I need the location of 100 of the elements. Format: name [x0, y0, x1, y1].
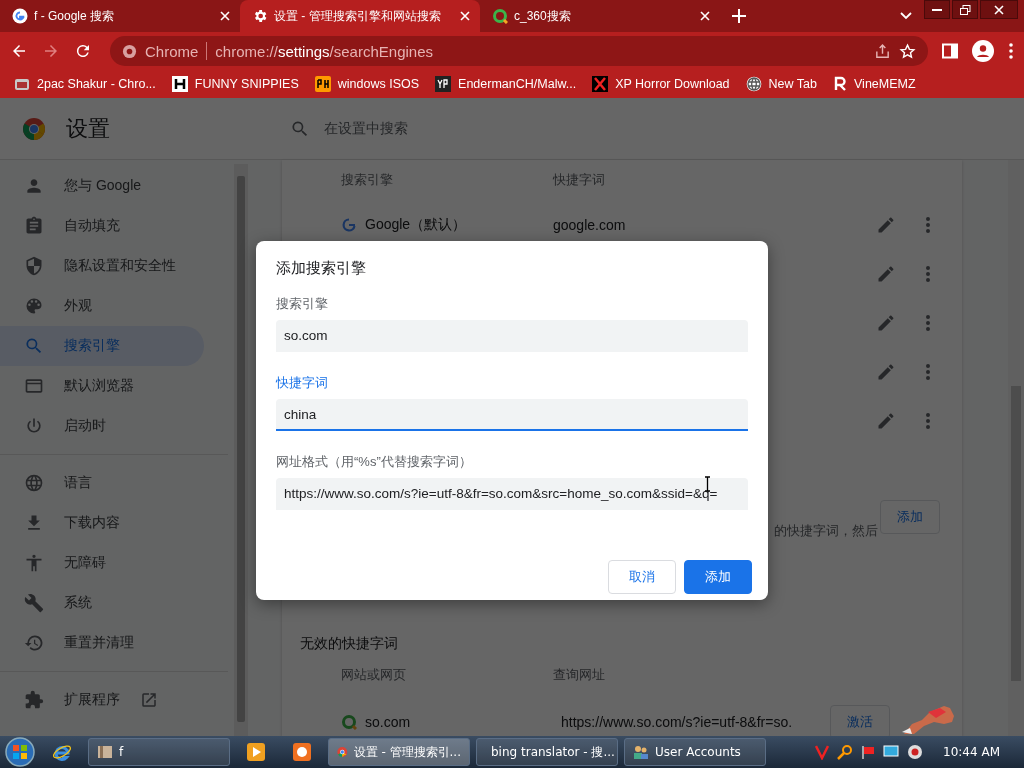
- letter-r-icon: [833, 76, 847, 92]
- more-icon[interactable]: [926, 314, 930, 331]
- query-url: https://www.so.com/s?ie=utf-8&fr=so.: [561, 713, 794, 730]
- text-field[interactable]: so.com: [276, 320, 748, 352]
- more-icon[interactable]: [926, 412, 930, 429]
- scrollbar[interactable]: [234, 164, 248, 736]
- sidebar-item[interactable]: 扩展程序: [0, 680, 204, 720]
- search-field[interactable]: 在设置中搜索: [278, 108, 958, 149]
- text-field[interactable]: china: [276, 399, 748, 431]
- minimize-button[interactable]: [924, 0, 950, 19]
- add-button[interactable]: 添加: [684, 560, 752, 594]
- column-header: 网站或网页: [341, 666, 406, 684]
- sidebar-item[interactable]: 系统: [0, 583, 204, 623]
- flag-icon: [861, 745, 876, 759]
- close-icon[interactable]: [700, 11, 710, 21]
- taskbar-button[interactable]: f: [88, 738, 230, 766]
- gear-icon: [252, 8, 268, 24]
- share-icon[interactable]: [874, 42, 891, 60]
- media-player-icon[interactable]: [247, 743, 265, 761]
- browser-tab[interactable]: f - Google 搜索: [0, 0, 240, 32]
- sidebar-item[interactable]: 您与 Google: [0, 166, 204, 206]
- close-icon[interactable]: [220, 11, 230, 21]
- sidebar-item[interactable]: 外观: [0, 286, 204, 326]
- magnifier-icon: [837, 744, 854, 760]
- section-title: 无效的快捷字词: [300, 635, 398, 651]
- more-icon[interactable]: [926, 216, 930, 233]
- wrench-icon: [24, 593, 44, 613]
- site-name: so.com: [365, 713, 411, 730]
- history-icon: [24, 633, 44, 653]
- taskbar-button[interactable]: User Accounts: [624, 738, 766, 766]
- bookmark[interactable]: EndermanCH/Malw...: [435, 76, 577, 92]
- shield-icon: [24, 256, 44, 276]
- clock: 10:44 AM: [943, 745, 1000, 759]
- globe-icon: [745, 76, 762, 92]
- folder-icon: [97, 744, 113, 760]
- url-text: chrome://settings/searchEngines: [215, 42, 433, 60]
- open-external-icon: [140, 691, 158, 709]
- column-header: 快捷字词: [553, 172, 605, 187]
- x-mark-icon: [592, 76, 609, 92]
- sidebar-item[interactable]: 无障碍: [0, 543, 204, 583]
- taskbar-button[interactable]: 设置 - 管理搜索引...: [328, 738, 470, 766]
- letters-logo-icon: [314, 76, 331, 92]
- bookmark[interactable]: FUNNY SNIPPIES: [171, 76, 299, 92]
- cancel-button[interactable]: 取消: [608, 560, 676, 594]
- ie-logo-icon[interactable]: [52, 742, 72, 762]
- more-icon[interactable]: [926, 265, 930, 282]
- profile-avatar-icon[interactable]: [972, 40, 994, 62]
- engine-name: Google（默认）: [365, 215, 467, 234]
- more-icon[interactable]: [926, 363, 930, 380]
- v-logo-icon: [815, 744, 830, 760]
- chrome-logo-icon: [22, 116, 46, 141]
- sidebar-item[interactable]: 启动时: [0, 406, 204, 446]
- browser-tab[interactable]: c_360搜索: [480, 0, 720, 32]
- start-button[interactable]: [4, 736, 36, 768]
- puzzle-piece-icon: [24, 690, 44, 710]
- field-label: 网址格式（用“%s”代替搜索字词）: [276, 453, 473, 471]
- close-window-button[interactable]: [980, 0, 1018, 19]
- chrome-logo-icon: [337, 744, 348, 760]
- bookmark[interactable]: windows ISOS: [314, 76, 420, 92]
- bookmark[interactable]: XP Horror Download: [592, 76, 730, 92]
- g-logo-icon: [341, 216, 357, 233]
- g-logo-icon: [12, 8, 28, 24]
- reload-icon[interactable]: [74, 42, 92, 60]
- monitor-icon: [883, 745, 900, 759]
- page-title: 设置: [66, 114, 111, 143]
- sidebar-item[interactable]: 重置并清理: [0, 623, 204, 663]
- scrollbar[interactable]: [1008, 160, 1024, 736]
- description-text: 的快捷字词，然后: [774, 522, 878, 540]
- text-field[interactable]: https://www.so.com/s?ie=utf-8&fr=so.com&src=home_so.com&ssid=&q=: [276, 478, 748, 510]
- address-bar[interactable]: Chrome chrome://settings/searchEngines: [110, 36, 928, 66]
- chevron-down-icon[interactable]: [900, 12, 912, 20]
- new-tab-icon[interactable]: [732, 9, 746, 23]
- menu-icon[interactable]: [1008, 42, 1014, 60]
- field-label: 快捷字词: [276, 374, 329, 392]
- sidebar-item[interactable]: 默认浏览器: [0, 366, 204, 406]
- side-panel-icon[interactable]: [942, 43, 958, 59]
- taskbar-button[interactable]: bing translator - 搜...: [476, 738, 618, 766]
- column-header: 查询网址: [553, 667, 605, 682]
- star-icon[interactable]: [899, 42, 916, 60]
- sidebar-item[interactable]: 语言: [0, 463, 204, 503]
- search-icon: [24, 336, 44, 356]
- speaker-icon: [907, 744, 924, 760]
- keyword-text: google.com: [553, 216, 626, 233]
- sidebar-item[interactable]: 隐私设置和安全性: [0, 246, 204, 286]
- users-icon: [633, 744, 649, 760]
- browser-tab[interactable]: 设置 - 管理搜索引擎和网站搜索: [240, 0, 480, 32]
- sidebar-item[interactable]: 自动填充: [0, 206, 204, 246]
- restore-button[interactable]: [952, 0, 978, 19]
- column-header: 搜索引擎: [341, 171, 393, 189]
- accessibility-icon: [24, 553, 44, 573]
- dark-square-icon: [435, 76, 452, 92]
- ring-logo-icon: [492, 8, 508, 24]
- bookmark[interactable]: New Tab: [745, 76, 817, 92]
- globe-icon: [24, 473, 44, 493]
- close-icon[interactable]: [460, 11, 470, 21]
- sidebar-item[interactable]: 下载内容: [0, 503, 204, 543]
- bookmark[interactable]: 2pac Shakur - Chro...: [14, 76, 156, 92]
- dialog-title: 添加搜索引擎: [276, 259, 367, 278]
- bookmark[interactable]: VineMEMZ: [833, 76, 916, 92]
- app-icon[interactable]: [293, 743, 311, 761]
